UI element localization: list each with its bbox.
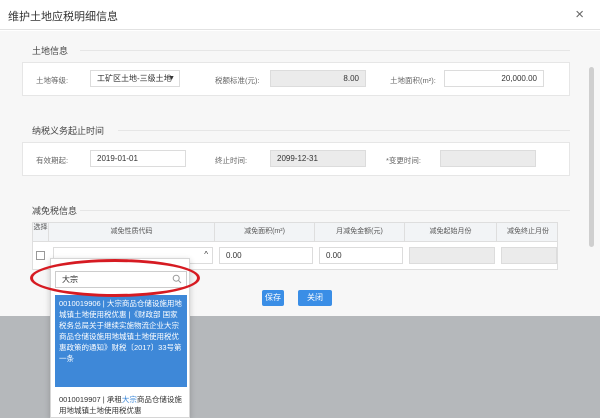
dialog-header: 维护土地应税明细信息 × xyxy=(0,0,600,30)
annotation-ellipse xyxy=(30,259,200,297)
option-code: 0010019907 | 承租 xyxy=(59,395,122,404)
relief-title: 减免税信息 xyxy=(32,206,78,216)
land-grade-label: 土地等级: xyxy=(36,76,69,85)
col-area: 减免面积(m²) xyxy=(215,223,315,241)
relief-amount-field[interactable]: 0.00 xyxy=(319,247,403,264)
tax-standard-label: 税额标准(元): xyxy=(215,76,260,85)
change-date-label: *变更时间: xyxy=(386,156,422,165)
tax-standard-field: 8.00 xyxy=(270,70,366,87)
land-area-field[interactable]: 20,000.00 xyxy=(444,70,544,87)
land-area-label: 土地面积(m²): xyxy=(390,76,436,85)
dialog-title: 维护土地应税明细信息 xyxy=(8,11,118,23)
save-button[interactable]: 保存 xyxy=(262,290,284,306)
start-date-field[interactable]: 2019-01-01 xyxy=(90,150,186,167)
option-highlight: 大宗 xyxy=(121,395,137,404)
row-checkbox[interactable] xyxy=(36,251,45,260)
close-icon[interactable]: × xyxy=(575,6,584,23)
land-grade-value: 工矿区土地-三级土地 xyxy=(97,74,172,83)
relief-area-field[interactable]: 0.00 xyxy=(219,247,313,264)
col-select: 选择 xyxy=(33,223,49,241)
relief-table-header: 选择 减免性质代码 减免面积(m²) 月减免金额(元) 减免起始月份 减免终止月… xyxy=(32,222,558,242)
dropdown-option-selected[interactable]: 0010019906 | 大宗商品仓储设施用地城镇土地使用税优惠 |《财政部 国… xyxy=(55,295,187,387)
section-divider xyxy=(80,210,570,211)
col-end-month: 减免终止月份 xyxy=(507,228,549,235)
start-date-label: 有效期起: xyxy=(36,156,69,165)
end-date-label: 终止时间: xyxy=(215,156,248,165)
col-amount: 月减免金额(元) xyxy=(315,223,405,241)
col-code: 减免性质代码 xyxy=(49,223,215,241)
close-button[interactable]: 关闭 xyxy=(298,290,332,306)
option-text: 商品仓储设施用地城镇土地使用税优惠 |《财政部 国家税务总局关于继续实施物流企业… xyxy=(59,299,182,363)
end-date-field: 2099-12-31 xyxy=(270,150,366,167)
scrollbar[interactable] xyxy=(589,67,594,247)
col-start-month: 减免起始月份 xyxy=(405,223,497,241)
land-info-title: 土地信息 xyxy=(32,46,69,56)
relief-end-month-field[interactable] xyxy=(501,247,557,264)
relief-start-month-field[interactable] xyxy=(409,247,495,264)
section-divider xyxy=(80,50,570,51)
dropdown-option[interactable]: 0010019907 | 承租大宗商品仓储设施用地城镇土地使用税优惠 xyxy=(55,391,187,418)
change-date-field[interactable] xyxy=(440,150,536,167)
option-code: 0010019906 | xyxy=(59,299,107,308)
option-highlight: 大宗 xyxy=(106,299,122,308)
land-grade-select[interactable]: 工矿区土地-三级土地 ▼ xyxy=(90,70,180,87)
section-divider xyxy=(118,130,570,131)
dropdown-arrow-icon: ▼ xyxy=(168,75,175,82)
chevron-up-icon: ^ xyxy=(204,250,208,259)
tax-period-title: 纳税义务起止时间 xyxy=(32,126,105,136)
